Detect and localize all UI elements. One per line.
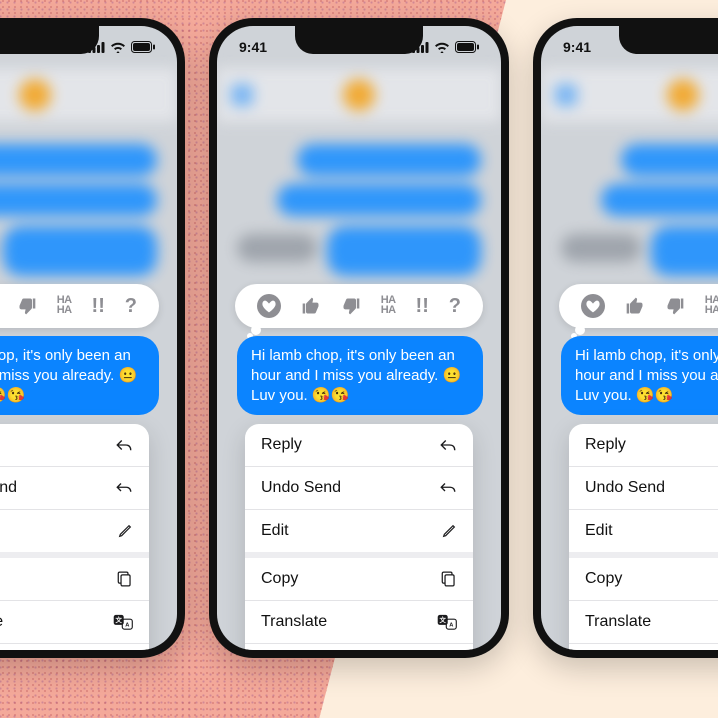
menu-label: Undo Send	[585, 479, 665, 497]
selected-message-bubble[interactable]: Hi lamb chop, it's only been an hour and…	[561, 336, 718, 415]
translate-icon: 文A	[113, 614, 133, 630]
menu-item-translate[interactable]: Translate 文A	[245, 601, 473, 644]
menu-label: Edit	[261, 522, 289, 540]
svg-text:A: A	[125, 622, 129, 628]
menu-item-more[interactable]: More…	[245, 644, 473, 650]
copy-icon	[440, 570, 457, 588]
tapback-thumbs-up-icon[interactable]	[625, 296, 645, 316]
copy-icon	[116, 570, 133, 588]
tapback-thumbs-down-icon[interactable]	[665, 296, 685, 316]
menu-item-reply[interactable]: Reply	[0, 424, 149, 467]
tapback-haha-icon[interactable]: HAHA	[57, 296, 72, 316]
svg-text:A: A	[449, 622, 453, 628]
tapback-exclamation-icon[interactable]: !!	[416, 296, 429, 316]
edit-icon	[441, 523, 457, 539]
battery-icon	[131, 41, 155, 53]
undo-icon	[439, 481, 457, 495]
menu-item-more[interactable]: More…	[569, 644, 718, 650]
phone-notch	[295, 26, 423, 54]
message-context-menu: Reply Undo Send Edit Copy	[0, 424, 149, 650]
status-time: 9:41	[563, 39, 591, 55]
message-context-menu: Reply Undo Send Edit Copy	[569, 424, 718, 650]
tapback-reaction-bar: HAHA !! ?	[235, 284, 483, 328]
phone-notch	[619, 26, 718, 54]
selected-message-bubble[interactable]: Hi lamb chop, it's only been an hour and…	[237, 336, 483, 415]
menu-label: Reply	[261, 436, 302, 454]
translate-icon: 文A	[437, 614, 457, 630]
tapback-haha-icon[interactable]: HAHA	[381, 296, 396, 316]
undo-icon	[115, 481, 133, 495]
selected-message-bubble[interactable]: Hi lamb chop, it's only been an hour and…	[0, 336, 159, 415]
tapback-reaction-bar: HAHA !! ?	[559, 284, 718, 328]
message-context-menu: Reply Undo Send Edit Copy	[245, 424, 473, 650]
message-text: Hi lamb chop, it's only been an hour and…	[251, 347, 461, 404]
tapback-heart-icon[interactable]	[257, 294, 281, 318]
svg-text:文: 文	[440, 615, 447, 624]
menu-item-undo-send[interactable]: Undo Send	[569, 467, 718, 510]
tapback-question-icon[interactable]: ?	[449, 296, 461, 316]
menu-item-reply[interactable]: Reply	[569, 424, 718, 467]
menu-item-translate[interactable]: Translate 文A	[569, 601, 718, 644]
message-text: Hi lamb chop, it's only been an hour and…	[0, 347, 137, 404]
svg-text:文: 文	[116, 615, 123, 624]
wifi-icon	[110, 42, 126, 53]
menu-item-edit[interactable]: Edit	[0, 510, 149, 552]
menu-item-undo-send[interactable]: Undo Send	[245, 467, 473, 510]
menu-label: Translate	[585, 613, 651, 631]
tapback-thumbs-down-icon[interactable]	[341, 296, 361, 316]
menu-label: Reply	[585, 436, 626, 454]
menu-label: Translate	[261, 613, 327, 631]
menu-item-copy[interactable]: Copy	[0, 558, 149, 601]
reply-icon	[439, 437, 457, 453]
phone-notch	[0, 26, 99, 54]
phone-screen: 9:41	[217, 26, 501, 650]
edit-icon	[117, 523, 133, 539]
menu-item-translate[interactable]: Translate 文A	[0, 601, 149, 644]
tapback-reaction-bar: HAHA !! ?	[0, 284, 159, 328]
menu-item-undo-send[interactable]: Undo Send	[0, 467, 149, 510]
menu-label: Undo Send	[261, 479, 341, 497]
menu-item-more[interactable]: More…	[0, 644, 149, 650]
phone-mockup-right: 9:41	[533, 18, 718, 658]
menu-item-copy[interactable]: Copy	[245, 558, 473, 601]
tapback-haha-icon[interactable]: HAHA	[705, 296, 718, 316]
phone-lineup: 9:41	[18, 18, 700, 700]
menu-label: Undo Send	[0, 479, 17, 497]
tapback-question-icon[interactable]: ?	[125, 296, 137, 316]
menu-item-copy[interactable]: Copy	[569, 558, 718, 601]
menu-item-reply[interactable]: Reply	[245, 424, 473, 467]
menu-label: Copy	[261, 570, 298, 588]
menu-label: Translate	[0, 613, 3, 631]
menu-item-edit[interactable]: Edit	[569, 510, 718, 552]
tapback-heart-icon[interactable]	[581, 294, 605, 318]
battery-icon	[455, 41, 479, 53]
menu-item-edit[interactable]: Edit	[245, 510, 473, 552]
tapback-exclamation-icon[interactable]: !!	[92, 296, 105, 316]
menu-label: Edit	[585, 522, 613, 540]
message-text: Hi lamb chop, it's only been an hour and…	[575, 347, 718, 404]
phone-mockup-center: 9:41	[209, 18, 509, 658]
tapback-thumbs-down-icon[interactable]	[17, 296, 37, 316]
phone-mockup-left: 9:41	[0, 18, 185, 658]
wifi-icon	[434, 42, 450, 53]
status-time: 9:41	[239, 39, 267, 55]
tapback-thumbs-up-icon[interactable]	[301, 296, 321, 316]
menu-label: Copy	[585, 570, 622, 588]
reply-icon	[115, 437, 133, 453]
